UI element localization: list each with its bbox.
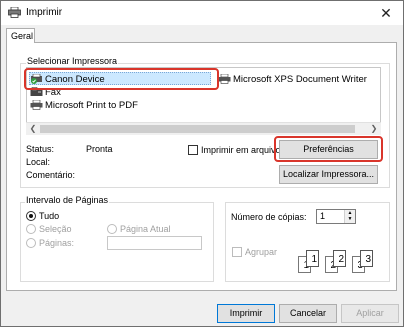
- spin-down-icon[interactable]: ▼: [345, 216, 355, 222]
- close-button[interactable]: ✕: [375, 4, 397, 22]
- print-to-file-label[interactable]: Imprimir em arquivo: [201, 145, 281, 155]
- print-to-file-checkbox[interactable]: [188, 145, 198, 155]
- radio-all-label[interactable]: Tudo: [39, 211, 59, 221]
- printer-icon: [30, 99, 43, 110]
- collate-label: Agrupar: [245, 247, 278, 257]
- scrollbar-thumb[interactable]: [40, 125, 355, 133]
- preferences-highlight: [274, 136, 383, 162]
- collate-page-front-2: 2: [333, 250, 346, 267]
- tab-geral[interactable]: Geral: [6, 28, 35, 43]
- printer-group-label: Selecionar Impressora: [26, 56, 119, 66]
- status-label: Status:: [26, 144, 55, 154]
- radio-selection: [26, 224, 36, 234]
- radio-all[interactable]: [26, 211, 36, 221]
- collate-illustration: 1 1 2 2 3 3: [298, 246, 378, 276]
- collate-checkbox: [232, 247, 242, 257]
- printer-icon: [218, 73, 231, 84]
- local-label: Local:: [26, 157, 51, 167]
- printer-name: Microsoft XPS Document Writer: [233, 73, 367, 85]
- radio-current-page: [107, 224, 117, 234]
- print-dialog: Imprimir ✕ Geral Selecionar Impressora C…: [0, 0, 404, 327]
- page-range-label: Intervalo de Páginas: [25, 195, 110, 205]
- horizontal-scrollbar[interactable]: ❮ ❯: [26, 122, 381, 135]
- title-bar: Imprimir ✕: [1, 1, 403, 25]
- printer-icon: [8, 7, 21, 18]
- printer-item-xps[interactable]: Microsoft XPS Document Writer: [218, 72, 367, 86]
- radio-pages: [26, 238, 36, 248]
- radio-pages-label: Páginas:: [39, 238, 75, 248]
- printer-name: Microsoft Print to PDF: [45, 99, 138, 111]
- copies-spinner[interactable]: 1 ▲ ▼: [316, 209, 356, 224]
- window-title: Imprimir: [26, 7, 63, 18]
- printer-item-pdf[interactable]: Microsoft Print to PDF: [30, 98, 138, 112]
- collate-page-front-3: 3: [360, 250, 373, 267]
- comment-label: Comentário:: [26, 170, 76, 180]
- copies-label: Número de cópias:: [231, 212, 307, 222]
- canon-device-highlight: [24, 68, 219, 90]
- radio-selection-label: Seleção: [39, 224, 72, 234]
- copies-value[interactable]: 1: [320, 211, 325, 221]
- radio-current-page-label: Página Atual: [120, 224, 171, 234]
- pages-input: [107, 236, 202, 250]
- collate-page-front-1: 1: [306, 250, 319, 267]
- scroll-left-icon[interactable]: ❮: [27, 123, 39, 135]
- apply-button: Aplicar: [341, 304, 399, 323]
- scroll-right-icon[interactable]: ❯: [368, 123, 380, 135]
- spin-arrows[interactable]: ▲ ▼: [344, 210, 355, 223]
- find-printer-button[interactable]: Localizar Impressora...: [279, 165, 378, 184]
- print-button[interactable]: Imprimir: [217, 304, 275, 323]
- cancel-button[interactable]: Cancelar: [279, 304, 337, 323]
- status-value: Pronta: [86, 144, 113, 154]
